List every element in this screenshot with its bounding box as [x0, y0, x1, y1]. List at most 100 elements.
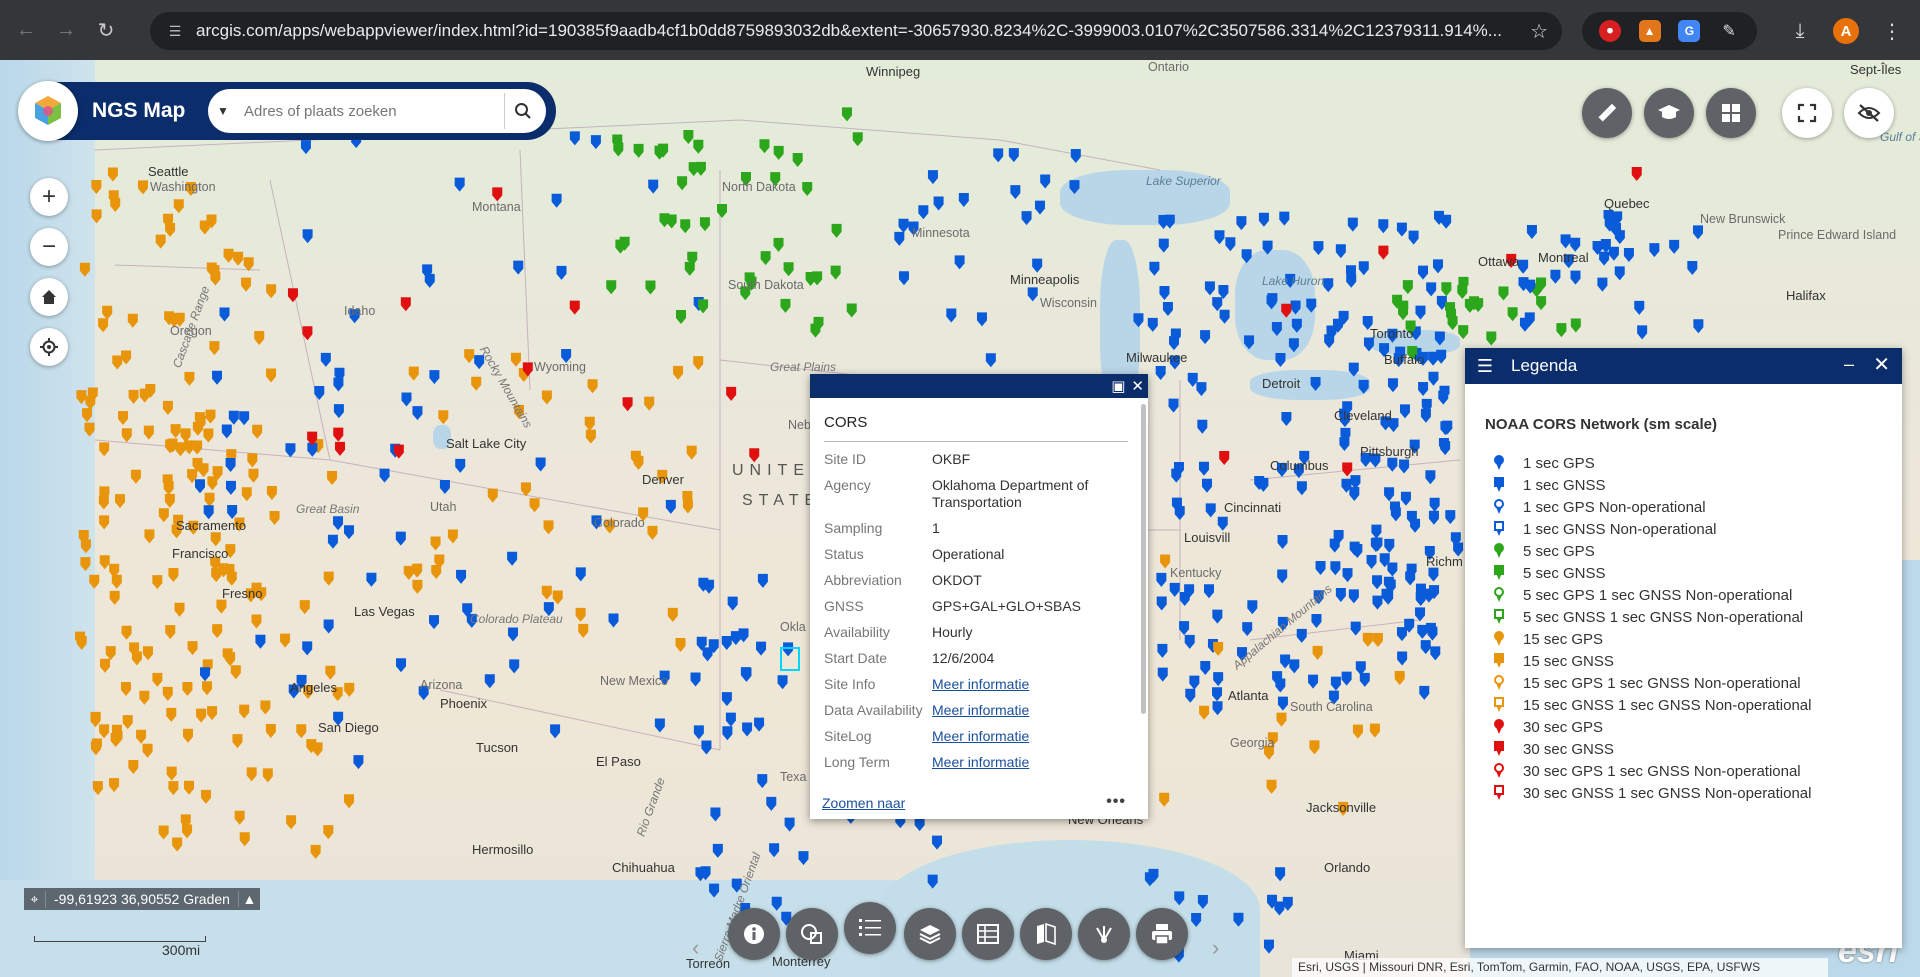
cors-pin[interactable] [541, 390, 552, 405]
cors-pin[interactable] [353, 755, 364, 770]
cors-pin[interactable] [798, 851, 809, 866]
cors-pin[interactable] [379, 468, 390, 483]
cors-pin[interactable] [487, 488, 498, 503]
cors-pin[interactable] [1021, 211, 1032, 226]
more-info-link[interactable]: Meer informatie [932, 676, 1029, 693]
cors-pin[interactable] [89, 574, 100, 589]
cors-pin[interactable] [1218, 284, 1229, 299]
cors-pin[interactable] [1233, 912, 1244, 927]
cors-pin[interactable] [1335, 587, 1346, 602]
cors-pin[interactable] [471, 376, 482, 391]
cors-pin[interactable] [1258, 212, 1269, 227]
measure-button[interactable] [1582, 88, 1632, 138]
cors-pin[interactable] [233, 251, 244, 266]
cors-pin[interactable] [1266, 295, 1277, 310]
cors-pin[interactable] [1277, 696, 1288, 711]
popup-scrollbar[interactable] [1141, 404, 1146, 714]
cors-pin[interactable] [168, 781, 179, 796]
cors-pin[interactable] [1637, 325, 1648, 340]
cors-pin[interactable] [1034, 200, 1045, 215]
cors-pin[interactable] [1486, 331, 1497, 346]
cors-pin[interactable] [198, 463, 209, 478]
cors-pin[interactable] [1205, 503, 1216, 518]
cors-pin[interactable] [99, 555, 110, 570]
cors-pin[interactable] [1156, 596, 1167, 611]
cors-pin[interactable] [1570, 318, 1581, 333]
cors-pin[interactable] [260, 700, 271, 715]
cors-pin[interactable] [438, 410, 449, 425]
cors-pin[interactable] [710, 807, 721, 822]
more-info-link[interactable]: Meer informatie [932, 702, 1029, 719]
extension-red-icon[interactable]: ⚫ [1598, 20, 1621, 42]
cors-pin[interactable] [484, 674, 495, 689]
cors-pin[interactable] [216, 599, 227, 614]
cors-pin[interactable] [1415, 305, 1426, 320]
toolbar-prev-icon[interactable]: ‹ [692, 935, 699, 961]
cors-pin[interactable] [320, 352, 331, 367]
share-button[interactable] [1078, 908, 1130, 960]
cors-pin[interactable] [716, 203, 727, 218]
cors-pin[interactable] [1204, 281, 1215, 296]
cors-pin[interactable] [759, 139, 770, 154]
cors-pin[interactable] [1330, 676, 1341, 691]
cors-pin[interactable] [323, 571, 334, 586]
cors-pin[interactable] [760, 251, 771, 266]
cors-pin[interactable] [543, 520, 554, 535]
cors-pin[interactable] [266, 485, 277, 500]
cors-pin[interactable] [1312, 645, 1323, 660]
cors-pin[interactable] [1281, 411, 1292, 426]
cors-pin[interactable] [1213, 641, 1224, 656]
cors-pin[interactable] [665, 499, 676, 514]
cors-pin[interactable] [323, 825, 334, 840]
cors-pin[interactable] [1350, 621, 1361, 636]
cors-pin[interactable] [344, 682, 355, 697]
cors-pin[interactable] [721, 692, 732, 707]
cors-pin[interactable] [142, 646, 153, 661]
cors-pin[interactable] [184, 780, 195, 795]
close-icon[interactable]: ✕ [1873, 352, 1890, 377]
cors-pin[interactable] [251, 614, 262, 629]
cors-pin[interactable] [1217, 516, 1228, 531]
cors-pin[interactable] [447, 529, 458, 544]
cors-pin[interactable] [1155, 365, 1166, 380]
cors-pin[interactable] [1432, 259, 1443, 274]
cors-pin[interactable] [584, 416, 595, 431]
cors-pin[interactable] [1241, 249, 1252, 264]
cors-pin[interactable] [1428, 351, 1439, 366]
cors-pin[interactable] [722, 726, 733, 741]
cors-pin[interactable] [1308, 674, 1319, 689]
cors-pin[interactable] [424, 273, 435, 288]
cors-pin[interactable] [266, 284, 277, 299]
cors-pin[interactable] [831, 223, 842, 238]
cors-pin[interactable] [1634, 300, 1645, 315]
cors-pin[interactable] [1147, 317, 1158, 332]
cors-pin[interactable] [1149, 261, 1160, 276]
cors-pin[interactable] [199, 220, 210, 235]
cors-pin[interactable] [587, 379, 598, 394]
cors-pin[interactable] [1669, 239, 1680, 254]
cors-pin[interactable] [396, 658, 407, 673]
cors-pin[interactable] [569, 131, 580, 146]
cors-pin[interactable] [1306, 298, 1317, 313]
cors-pin[interactable] [1440, 421, 1451, 436]
cors-pin[interactable] [210, 532, 221, 547]
cors-pin[interactable] [1387, 562, 1398, 577]
cors-pin[interactable] [180, 428, 191, 443]
cors-pin[interactable] [958, 192, 969, 207]
cors-pin[interactable] [1372, 632, 1383, 647]
cors-pin[interactable] [766, 796, 777, 811]
cors-pin[interactable] [1352, 724, 1363, 739]
cors-pin[interactable] [898, 271, 909, 286]
cors-pin[interactable] [1623, 248, 1634, 263]
cors-pin[interactable] [210, 271, 221, 286]
cors-pin[interactable] [927, 170, 938, 185]
cors-pin[interactable] [846, 303, 857, 318]
cors-pin[interactable] [1526, 224, 1537, 239]
cors-pin[interactable] [1213, 672, 1224, 687]
cors-pin[interactable] [852, 132, 863, 147]
zoom-to-link[interactable]: Zoomen naar [822, 795, 905, 811]
cors-pin[interactable] [622, 397, 633, 412]
cors-pin[interactable] [1179, 592, 1190, 607]
cors-pin[interactable] [323, 619, 334, 634]
cors-pin[interactable] [85, 395, 96, 410]
